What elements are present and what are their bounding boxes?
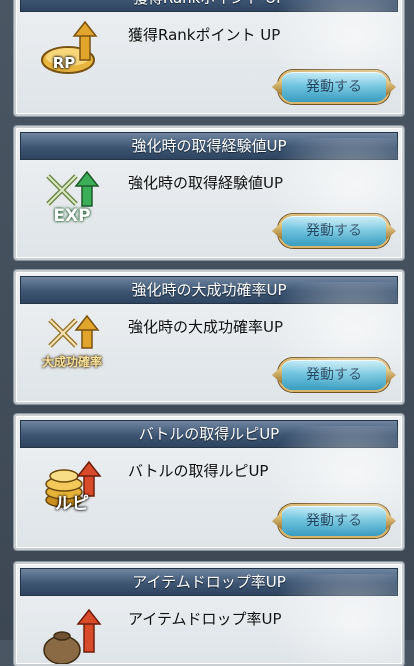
rupie-coins-icon: ルピ: [40, 456, 104, 516]
card-description: バトルの取得ルピUP: [128, 462, 269, 480]
rp-arrow-icon: RP: [40, 20, 104, 80]
exp-swords-icon: EXP: [40, 168, 104, 228]
activate-button[interactable]: 発動する: [278, 504, 390, 538]
buff-card-rank-points: 獲得Rankポイント UP 獲得Rankポイント UP RP 発動する: [14, 0, 404, 116]
icon-label: 大成功確率: [41, 355, 102, 369]
buff-card-item-drop: アイテムドロップ率UP アイテムドロップ率UP: [14, 562, 404, 666]
activate-button[interactable]: 発動する: [278, 70, 390, 104]
card-header: バトルの取得ルピUP: [20, 420, 398, 448]
icon-label: EXP: [53, 206, 91, 226]
buff-card-great-success: 強化時の大成功確率UP 強化時の大成功確率UP 大成功確率 発動する: [14, 270, 404, 404]
card-description: 獲得Rankポイント UP: [128, 26, 281, 44]
card-description: 強化時の大成功確率UP: [128, 318, 284, 336]
card-description: アイテムドロップ率UP: [128, 610, 282, 628]
card-description: 強化時の取得経験値UP: [128, 174, 284, 192]
card-header: アイテムドロップ率UP: [20, 568, 398, 596]
activate-button[interactable]: 発動する: [278, 214, 390, 248]
great-success-swords-icon: 大成功確率: [40, 312, 104, 372]
icon-label: RP: [52, 54, 76, 72]
item-bag-icon: [40, 604, 104, 664]
activate-button[interactable]: 発動する: [278, 358, 390, 392]
icon-label: ルピ: [55, 494, 89, 514]
card-header: 強化時の取得経験値UP: [20, 132, 398, 160]
buff-card-exp: 強化時の取得経験値UP 強化時の取得経験値UP EXP 発動する: [14, 126, 404, 260]
buff-card-rupie: バトルの取得ルピUP バトルの取得ルピUP ルピ 発動する: [14, 414, 404, 550]
card-header: 強化時の大成功確率UP: [20, 276, 398, 304]
card-header: 獲得Rankポイント UP: [20, 0, 398, 12]
